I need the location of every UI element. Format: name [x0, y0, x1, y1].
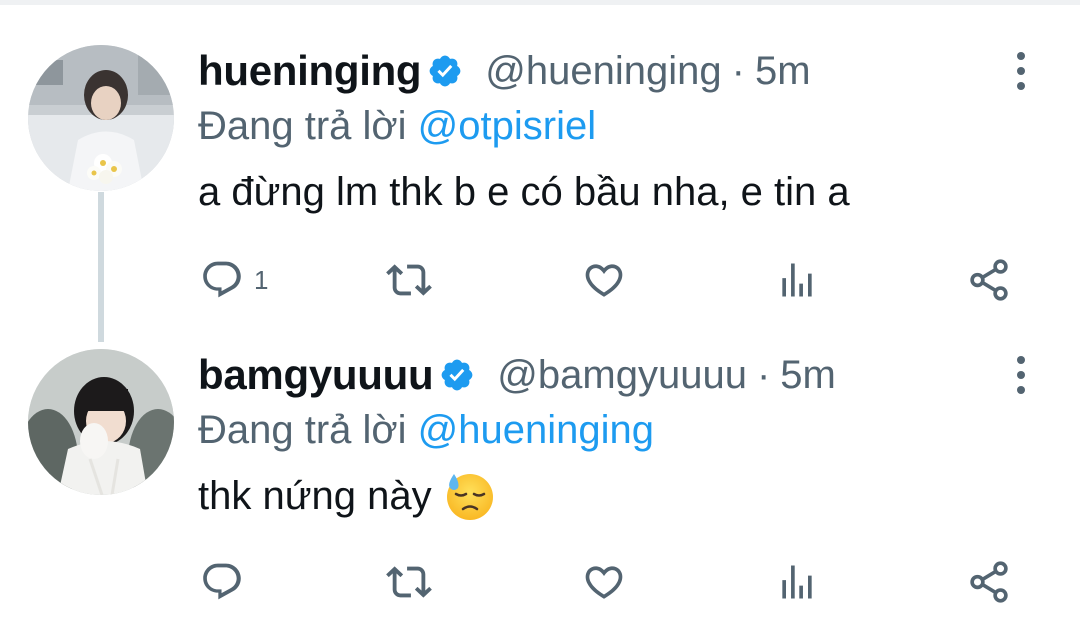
replying-to-line: Đang trả lời @hueninging [198, 408, 654, 453]
reply-button[interactable] [200, 557, 254, 607]
tweet-header: bamgyuuuu @bamgyuuuu · 5m [198, 346, 836, 404]
avatar[interactable] [28, 45, 174, 191]
share-button[interactable] [966, 255, 1012, 305]
tweet-text: a đừng lm thk b e có bầu nha, e tin a [198, 170, 850, 214]
analytics-button[interactable] [775, 255, 819, 305]
user-handle[interactable]: @hueninging [485, 49, 721, 94]
replying-to-label: Đang trả lời [198, 104, 407, 148]
like-icon [582, 560, 626, 604]
tweet-actions [0, 557, 1080, 607]
replying-to-line: Đang trả lời @otpisriel [198, 104, 596, 149]
mention-link[interactable]: @otpisriel [418, 104, 596, 148]
more-icon[interactable] [1006, 46, 1036, 96]
share-icon [966, 559, 1012, 605]
user-handle[interactable]: @bamgyuuuu [497, 353, 747, 398]
tweet-text-content: thk nứng này [198, 473, 432, 518]
retweet-icon [386, 559, 432, 605]
timestamp[interactable]: 5m [780, 353, 836, 398]
reply-button[interactable]: 1 [200, 255, 268, 305]
share-icon [966, 257, 1012, 303]
verified-icon [427, 53, 463, 89]
tweet-actions: 1 [0, 255, 1080, 305]
separator: · [731, 48, 745, 93]
analytics-icon [775, 258, 819, 302]
more-icon[interactable] [1006, 350, 1036, 400]
avatar[interactable] [28, 349, 174, 495]
replying-to-label: Đang trả lời [198, 408, 407, 452]
retweet-button[interactable] [386, 255, 432, 305]
reply-count: 1 [254, 264, 269, 295]
analytics-button[interactable] [775, 557, 819, 607]
downcast-face-with-sweat-emoji [444, 470, 496, 522]
like-button[interactable] [582, 255, 626, 305]
timestamp[interactable]: 5m [755, 49, 811, 94]
tweet-text: thk nứng này [198, 470, 496, 522]
like-button[interactable] [582, 557, 626, 607]
reply-icon [200, 560, 244, 604]
retweet-button[interactable] [386, 557, 432, 607]
display-name[interactable]: hueninging [198, 47, 422, 95]
share-button[interactable] [966, 557, 1012, 607]
separator: · [756, 352, 771, 397]
reply-icon [200, 258, 244, 302]
mention-link[interactable]: @hueninging [418, 408, 654, 452]
analytics-icon [775, 560, 819, 604]
retweet-icon [386, 257, 432, 303]
like-icon [582, 258, 626, 302]
verified-icon [439, 357, 475, 393]
tweet-header: hueninging @hueninging · 5m [198, 42, 811, 100]
display-name[interactable]: bamgyuuuu [198, 351, 434, 399]
top-divider [0, 0, 1080, 5]
